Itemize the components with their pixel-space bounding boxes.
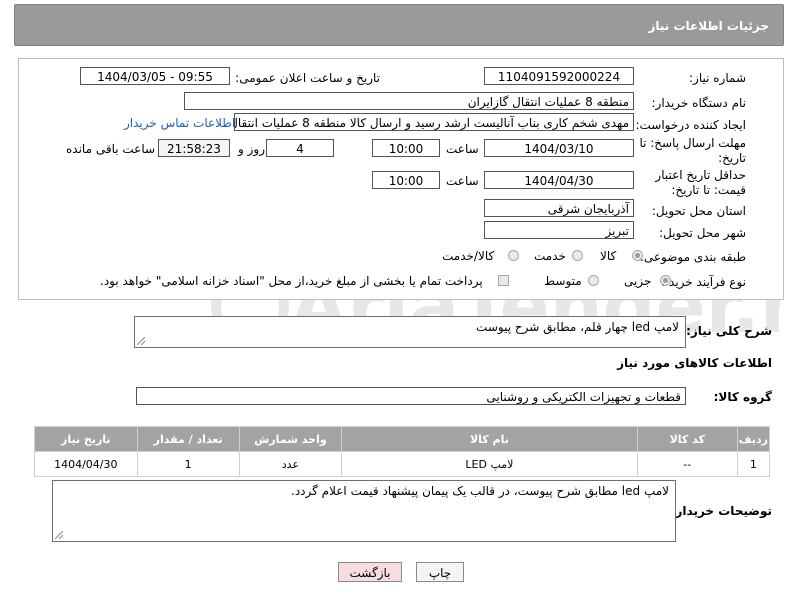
col-header-date: تاریخ نیاز xyxy=(34,426,138,452)
need-number-field: 1104091592000224 xyxy=(484,67,634,85)
back-button[interactable]: بازگشت xyxy=(338,562,402,582)
buyer-notes-label: توضیحات خریدار: xyxy=(670,504,772,518)
announce-date-field: 1404/03/05 - 09:55 xyxy=(80,67,230,85)
need-number-label: شماره نیاز: xyxy=(689,71,746,85)
buyer-org-field: منطقه 8 عملیات انتقال گازایران xyxy=(184,92,634,110)
header-bar: جزئیات اطلاعات نیاز xyxy=(14,4,784,46)
days-label: روز و xyxy=(238,142,265,156)
cell-quantity: 1 xyxy=(136,451,240,477)
print-button[interactable]: چاپ xyxy=(416,562,464,582)
cell-code: -- xyxy=(636,451,738,477)
treasury-payment-checkbox[interactable] xyxy=(498,275,509,286)
category-both-label: کالا/خدمت xyxy=(442,249,495,263)
page-title: جزئیات اطلاعات نیاز xyxy=(648,19,769,33)
resize-grip-icon xyxy=(55,531,63,539)
goods-section-title: اطلاعات کالاهای مورد نیاز xyxy=(617,356,772,370)
buyer-org-label: نام دستگاه خریدار: xyxy=(651,96,747,110)
col-header-quantity: تعداد / مقدار xyxy=(136,426,240,452)
announce-date-label: تاریخ و ساعت اعلان عمومی: xyxy=(235,71,380,85)
category-goods-radio[interactable] xyxy=(632,250,643,261)
province-label: استان محل تحویل: xyxy=(651,204,746,218)
reply-time-label: ساعت xyxy=(446,142,479,156)
category-both-radio[interactable] xyxy=(508,250,519,261)
remaining-time-label: ساعت باقی مانده xyxy=(66,142,156,156)
description-label: شرح کلی نیاز: xyxy=(686,324,772,338)
category-service-radio[interactable] xyxy=(572,250,583,261)
process-medium-label: متوسط xyxy=(544,274,582,288)
col-header-unit: واحد شمارش xyxy=(238,426,343,452)
description-field: لامپ led چهار قلم، مطابق شرح پیوست xyxy=(134,316,686,348)
category-label: طبقه بندی موضوعی: xyxy=(639,250,746,264)
table-header-row: ردیف کد کالا نام کالا واحد شمارش تعداد /… xyxy=(34,426,771,452)
resize-grip-icon xyxy=(137,337,145,345)
category-service-label: خدمت xyxy=(534,249,566,263)
process-small-label: جزیی xyxy=(624,274,652,288)
goods-group-label: گروه کالا: xyxy=(713,390,772,404)
cell-unit: عدد xyxy=(238,451,343,477)
category-goods-label: کالا xyxy=(600,249,617,263)
table-row[interactable]: 1 -- لامپ LED عدد 1 1404/04/30 xyxy=(34,451,771,477)
remaining-time-field: 21:58:23 xyxy=(158,139,230,157)
days-field: 4 xyxy=(266,139,334,157)
cell-row-number: 1 xyxy=(736,451,771,477)
price-deadline-label: حداقل تاریخ اعتبار قیمت: تا تاریخ: xyxy=(655,168,746,197)
price-time-field: 10:00 xyxy=(372,171,440,189)
city-label: شهر محل تحویل: xyxy=(659,226,746,240)
process-medium-radio[interactable] xyxy=(588,275,599,286)
price-time-label: ساعت xyxy=(446,174,479,188)
cell-date: 1404/04/30 xyxy=(34,451,138,477)
cell-name: لامپ LED xyxy=(341,451,638,477)
treasury-payment-note: پرداخت تمام یا بخشی از مبلغ خرید،از محل … xyxy=(100,274,483,288)
description-text: لامپ led چهار قلم، مطابق شرح پیوست xyxy=(476,320,679,334)
items-table: ردیف کد کالا نام کالا واحد شمارش تعداد /… xyxy=(34,426,771,477)
process-label: نوع فرآیند خرید : xyxy=(661,275,746,289)
reply-deadline-label: مهلت ارسال پاسخ: تا تاریخ: xyxy=(639,136,746,165)
requester-field: مهدی شخم کاری بناب آنالیست ارشد رسید و ا… xyxy=(234,113,634,131)
col-header-name: نام کالا xyxy=(341,426,638,452)
buyer-notes-text: لامپ led مطابق شرح پیوست، در قالب یک پیم… xyxy=(291,484,669,498)
city-field: تبریز xyxy=(484,221,634,239)
col-header-code: کد کالا xyxy=(636,426,738,452)
province-field: آذربایجان شرقی xyxy=(484,199,634,217)
col-header-row-number: ردیف xyxy=(736,426,771,452)
reply-time-field: 10:00 xyxy=(372,139,440,157)
process-small-radio[interactable] xyxy=(660,275,671,286)
price-date-field: 1404/04/30 xyxy=(484,171,634,189)
buyer-contact-link[interactable]: اطلاعات تماس خریدار xyxy=(124,116,235,130)
goods-group-field: قطعات و تجهیزات الکتریکی و روشنایی xyxy=(136,387,686,405)
reply-date-field: 1404/03/10 xyxy=(484,139,634,157)
buyer-notes-field: لامپ led مطابق شرح پیوست، در قالب یک پیم… xyxy=(52,480,676,542)
requester-label: ایجاد کننده درخواست: xyxy=(635,118,746,132)
